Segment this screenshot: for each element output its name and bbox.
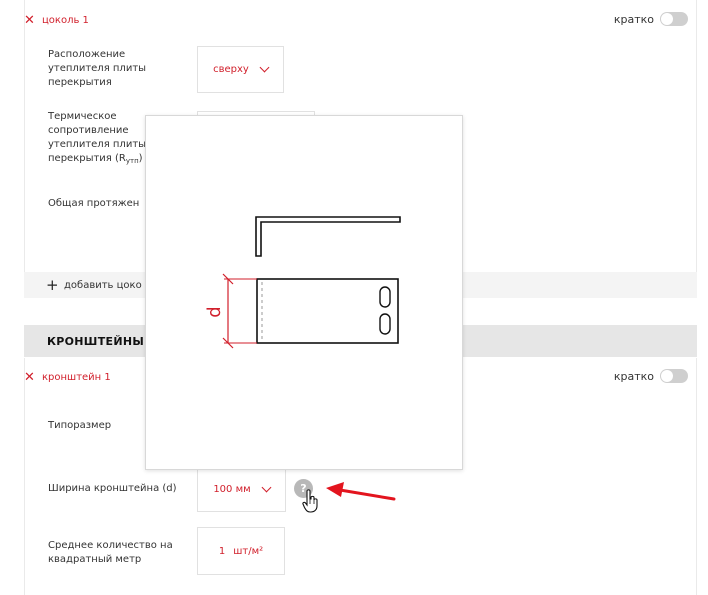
- avg-count-input[interactable]: 1 шт/м²: [197, 527, 285, 575]
- insulation-location-value: сверху: [213, 64, 249, 75]
- total-length-label: Общая протяжен: [48, 198, 140, 209]
- wall-profile-shape: [255, 216, 401, 257]
- remove-bracket-icon[interactable]: ✕: [24, 371, 38, 384]
- brief-label: кратко: [613, 369, 654, 383]
- avg-count-value: 1: [218, 545, 226, 557]
- bracket-item-title: кронштейн 1: [42, 371, 111, 383]
- bracket-width-value: 100 мм: [213, 484, 251, 495]
- plus-icon: +: [46, 275, 59, 294]
- bracket-body-shape: [256, 278, 399, 344]
- avg-count-unit: шт/м²: [233, 545, 264, 557]
- brackets-section-title: КРОНШТЕЙНЫ: [47, 334, 145, 348]
- chevron-down-icon: [259, 62, 270, 73]
- bracket-brief-toggle-group: кратко: [614, 369, 688, 383]
- thermal-resistance-subscript: утп: [125, 157, 139, 165]
- bracket-brief-toggle[interactable]: [660, 369, 688, 383]
- arrow-shaft: [338, 488, 396, 501]
- bracket-diagram: d: [204, 216, 401, 349]
- thermal-resistance-label-end: ): [138, 153, 143, 164]
- bracket-width-select[interactable]: 100 мм: [197, 467, 286, 512]
- bracket-diagram-popup: d: [145, 115, 463, 470]
- arrow-head: [326, 482, 344, 497]
- insulation-location-label: Расположение утеплителя плиты перекрытия: [48, 49, 147, 88]
- remove-plinth-icon[interactable]: ✕: [24, 14, 38, 27]
- brief-label: кратко: [613, 12, 654, 26]
- add-plinth-label: добавить цоко: [64, 279, 142, 291]
- chevron-down-icon: [261, 482, 272, 493]
- hand-cursor-icon: [302, 489, 318, 513]
- bracket-width-label: Ширина кронштейна (d): [48, 483, 177, 494]
- insulation-location-select[interactable]: сверху: [197, 46, 284, 93]
- red-arrow-pointer: [326, 482, 396, 501]
- plinth-item-header: ✕ цоколь 1 кратко: [24, 10, 688, 30]
- plinth-brief-toggle[interactable]: [660, 12, 688, 26]
- plinth-item-title: цоколь 1: [42, 14, 89, 26]
- dimension-label: d: [204, 306, 225, 317]
- avg-count-label: Среднее количество на квадратный метр: [48, 540, 173, 565]
- plinth-brief-toggle-group: кратко: [614, 12, 688, 26]
